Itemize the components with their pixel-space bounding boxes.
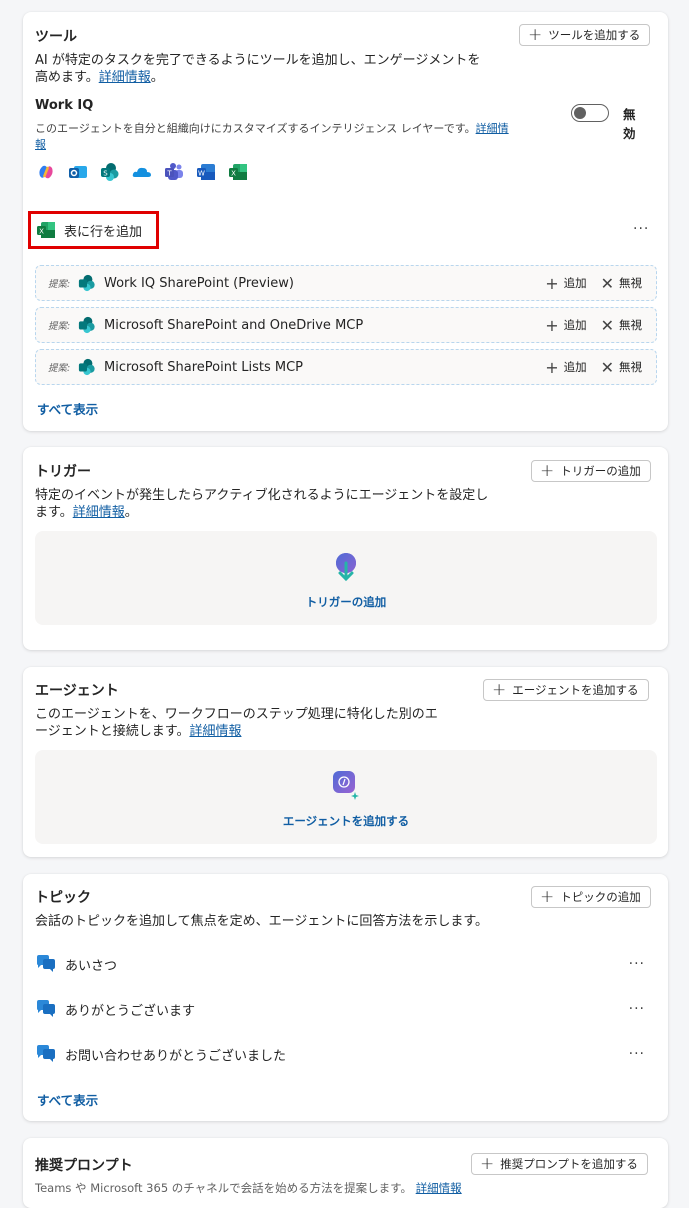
copilot-icon — [39, 165, 53, 179]
toggle-state-label: 無効 — [623, 107, 636, 141]
suggestion-tag: 提案: — [48, 363, 71, 374]
topic-more-button[interactable]: ··· — [629, 1001, 645, 1017]
plus-icon: + — [528, 24, 543, 45]
close-icon: ✕ — [600, 273, 614, 293]
svg-text:X: X — [39, 228, 44, 236]
onedrive-icon — [132, 167, 151, 177]
topic-item[interactable]: あいさつ ··· — [35, 952, 657, 976]
add-trigger-button[interactable]: + トリガーの追加 — [531, 460, 651, 482]
ignore-suggestion-button[interactable]: ✕ 無視 — [601, 316, 642, 335]
topic-item[interactable]: ありがとうございます ··· — [35, 997, 657, 1021]
add-tool-button[interactable]: + ツールを追加する — [519, 24, 651, 46]
topic-label: お問い合わせありがとうございました — [65, 1048, 287, 1064]
topic-label: ありがとうございます — [65, 1003, 196, 1019]
tools-show-all-link[interactable]: すべて表示 — [37, 399, 98, 418]
plus-icon: + — [545, 315, 559, 335]
outlook-icon — [69, 166, 87, 178]
suggestion-row: 提案: Microsoft SharePoint and OneDrive MC… — [35, 307, 657, 343]
topic-label: あいさつ — [65, 958, 118, 974]
word-icon: W — [197, 164, 215, 180]
svg-text:X: X — [231, 170, 236, 178]
topics-show-all-link[interactable]: すべて表示 — [37, 1090, 98, 1109]
tool-more-button[interactable]: ··· — [633, 221, 649, 237]
suggestion-tag: 提案: — [48, 279, 71, 290]
suggestion-name: Microsoft SharePoint and OneDrive MCP — [104, 317, 364, 333]
add-topic-button[interactable]: + トピックの追加 — [531, 886, 651, 908]
close-icon: ✕ — [600, 315, 614, 335]
toggle-knob — [574, 107, 586, 119]
add-agent-area[interactable]: エージェントを追加する — [35, 750, 657, 844]
work-iq-description: このエージェントを自分と組織向けにカスタマイズするインテリジェンス レイヤーです… — [35, 122, 509, 151]
add-agent-button[interactable]: + エージェントを追加する — [483, 679, 649, 701]
prompts-card: 推奨プロンプト + 推奨プロンプトを追加する Teams や Microsoft… — [23, 1138, 668, 1208]
add-trigger-label: トリガーの追加 — [305, 595, 387, 609]
plus-icon: + — [545, 273, 559, 293]
close-icon: ✕ — [600, 357, 614, 377]
plus-icon: + — [492, 679, 507, 700]
agent-icon — [333, 771, 359, 800]
ignore-suggestion-button[interactable]: ✕ 無視 — [601, 274, 642, 293]
chat-bubbles-icon — [37, 1045, 55, 1062]
triggers-card: トリガー + トリガーの追加 特定のイベントが発生したらアクティブ化されるように… — [23, 447, 668, 650]
plus-icon: + — [545, 357, 559, 377]
add-suggestion-button[interactable]: + 追加 — [545, 274, 586, 293]
trigger-icon — [336, 553, 356, 582]
work-iq-title: Work IQ — [35, 98, 94, 113]
sharepoint-icon: S — [101, 163, 119, 181]
agents-title: エージェント — [35, 683, 119, 699]
plus-icon: + — [540, 460, 555, 481]
agents-description: このエージェントを、ワークフローのステップ処理に特化した別のエ ージェントと接続… — [35, 707, 438, 739]
plus-icon: + — [540, 886, 555, 907]
svg-text:T: T — [166, 170, 172, 178]
tool-name: 表に行を追加 — [64, 224, 143, 240]
topic-more-button[interactable]: ··· — [629, 1046, 645, 1062]
svg-text:S: S — [103, 170, 108, 178]
suggestion-row: 提案: Work IQ SharePoint (Preview) + 追加 ✕ 無視 — [35, 265, 657, 301]
topics-title: トピック — [35, 890, 91, 906]
excel-icon: X — [229, 164, 247, 180]
tools-card: ツール + ツールを追加する AI が特定のタスクを完了できるようにツールを追加… — [23, 12, 668, 431]
chat-bubbles-icon — [37, 955, 55, 972]
add-agent-label: エージェントを追加する — [282, 814, 410, 828]
plus-icon: + — [480, 1153, 495, 1174]
triggers-description: 特定のイベントが発生したらアクティブ化されるようにエージェントを設定し ます。詳… — [35, 488, 489, 520]
excel-icon: X — [37, 222, 55, 238]
sharepoint-icon — [78, 274, 95, 292]
suggestion-name: Microsoft SharePoint Lists MCP — [104, 359, 303, 375]
triggers-title: トリガー — [35, 464, 91, 480]
topics-description: 会話のトピックを追加して焦点を定め、エージェントに回答方法を示します。 — [35, 914, 489, 929]
prompts-description: Teams や Microsoft 365 のチャネルで会話を始める方法を提案し… — [35, 1181, 462, 1195]
topics-card: トピック + トピックの追加 会話のトピックを追加して焦点を定め、エージェントに… — [23, 874, 668, 1121]
agents-learn-more-link[interactable]: 詳細情報 — [189, 724, 241, 739]
add-suggestion-button[interactable]: + 追加 — [545, 358, 586, 377]
suggestion-row: 提案: Microsoft SharePoint Lists MCP + 追加 ✕… — [35, 349, 657, 385]
highlighted-tool-box[interactable]: X 表に行を追加 — [28, 211, 159, 249]
ignore-suggestion-button[interactable]: ✕ 無視 — [601, 358, 642, 377]
add-trigger-area[interactable]: トリガーの追加 — [35, 531, 657, 625]
tools-learn-more-link[interactable]: 詳細情報 — [99, 70, 151, 85]
suggestion-name: Work IQ SharePoint (Preview) — [104, 275, 294, 291]
topic-more-button[interactable]: ··· — [629, 956, 645, 972]
triggers-learn-more-link[interactable]: 詳細情報 — [73, 505, 125, 520]
prompts-title: 推奨プロンプト — [35, 1158, 133, 1174]
tools-description: AI が特定のタスクを完了できるようにツールを追加し、エンゲージメントを 高めま… — [35, 53, 481, 85]
svg-text:W: W — [198, 170, 205, 178]
sharepoint-icon — [78, 358, 95, 376]
teams-icon: T — [165, 163, 183, 180]
work-iq-toggle[interactable] — [571, 104, 609, 122]
chat-bubbles-icon — [37, 1000, 55, 1017]
add-suggestion-button[interactable]: + 追加 — [545, 316, 586, 335]
tools-title: ツール — [35, 29, 77, 45]
topic-item[interactable]: お問い合わせありがとうございました ··· — [35, 1042, 657, 1066]
suggestion-tag: 提案: — [48, 321, 71, 332]
prompts-learn-more-link[interactable]: 詳細情報 — [416, 1181, 462, 1195]
add-prompt-button[interactable]: + 推奨プロンプトを追加する — [471, 1153, 648, 1175]
work-iq-learn-more-link[interactable]: 詳細情 — [476, 122, 509, 135]
agents-card: エージェント + エージェントを追加する このエージェントを、ワークフローのステ… — [23, 667, 668, 857]
sharepoint-icon — [78, 316, 95, 334]
